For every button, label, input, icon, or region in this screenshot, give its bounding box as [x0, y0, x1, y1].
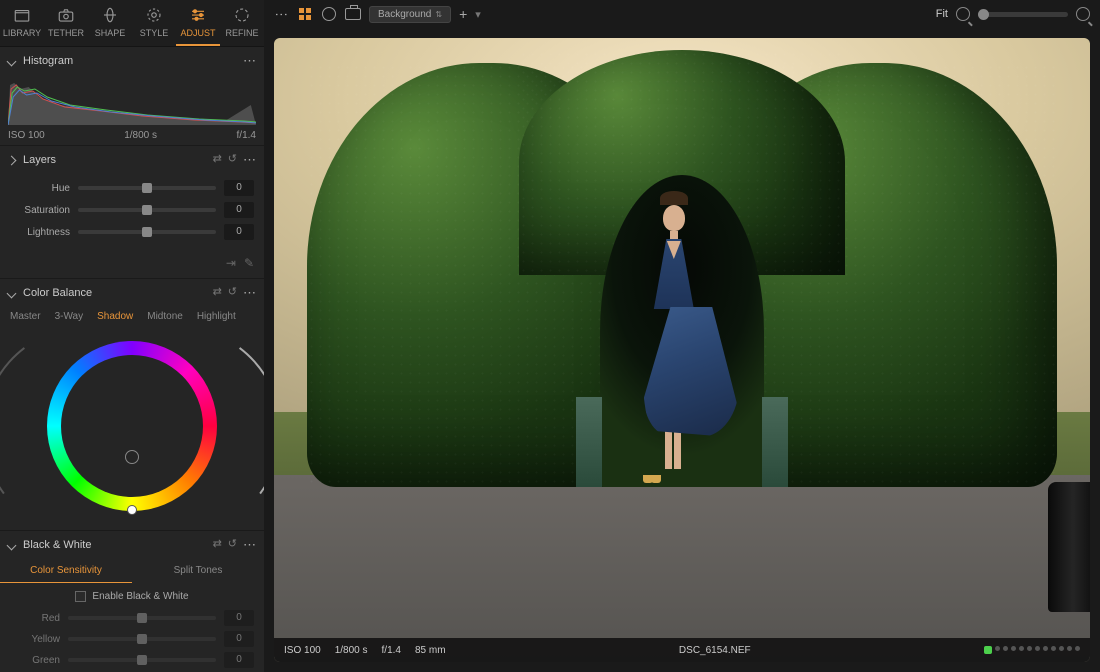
color-tag-rating[interactable]	[984, 646, 1080, 654]
bw-panel-header[interactable]: Black & White ⇄ ↺ ⋯	[0, 531, 264, 559]
footer-focal: 85 mm	[415, 645, 446, 656]
tab-refine[interactable]: REFINE	[220, 0, 264, 46]
bw-green-slider[interactable]: Green0	[10, 652, 254, 668]
footer-shutter: 1/800 s	[335, 645, 368, 656]
panel-menu-icon[interactable]: ⋯	[243, 152, 256, 168]
tab-tether[interactable]: TETHER	[44, 0, 88, 46]
copy-adjustments-icon[interactable]: ⇄	[213, 537, 222, 553]
capture-button[interactable]	[345, 6, 361, 22]
tab-shape[interactable]: SHAPE	[88, 0, 132, 46]
color-balance-panel-header[interactable]: Color Balance ⇄ ↺ ⋯	[0, 279, 264, 307]
viewer-toolbar: ⋮ Background ⇅ + ▾ Fit	[264, 0, 1100, 28]
color-picker-icon[interactable]: ✎	[244, 256, 254, 270]
cb-tab-highlight[interactable]: Highlight	[197, 311, 236, 322]
saturation-slider[interactable]: Saturation 0	[10, 202, 254, 218]
reset-icon[interactable]: ↺	[228, 152, 237, 168]
color-wheel[interactable]	[0, 330, 264, 530]
chevron-down-icon	[7, 540, 17, 550]
histogram-iso: ISO 100	[8, 130, 45, 141]
hue-slider[interactable]: Hue 0	[10, 180, 254, 196]
copy-adjustments-icon[interactable]: ⇄	[213, 285, 222, 301]
cb-tab-3way[interactable]: 3-Way	[55, 311, 84, 322]
zoom-slider[interactable]	[978, 12, 1068, 17]
panel-menu-icon[interactable]: ⋯	[243, 53, 256, 69]
picker-direct-icon[interactable]: ⇥	[226, 256, 236, 270]
zoom-in-icon[interactable]	[1076, 7, 1090, 21]
footer-iso: ISO 100	[284, 645, 321, 656]
photo-subject	[644, 219, 704, 509]
chevron-updown-icon: ⇅	[435, 10, 442, 19]
sliders-icon	[189, 6, 207, 24]
cb-tab-shadow[interactable]: Shadow	[97, 311, 133, 322]
tab-style[interactable]: STYLE	[132, 0, 176, 46]
cb-tab-master[interactable]: Master	[10, 311, 41, 322]
histogram-aperture: f/1.4	[237, 130, 256, 141]
add-layer-button[interactable]: +	[459, 6, 467, 22]
reset-icon[interactable]: ↺	[228, 537, 237, 553]
layers-panel-header[interactable]: Layers ⇄ ↺ ⋯	[0, 146, 264, 174]
dropdown-caret-icon[interactable]: ▾	[475, 8, 481, 21]
lightness-slider[interactable]: Lightness 0	[10, 224, 254, 240]
palette-icon	[145, 6, 163, 24]
panel-menu-icon[interactable]: ⋯	[243, 285, 256, 301]
bw-red-slider[interactable]: Red0	[10, 610, 254, 626]
single-view-button[interactable]	[321, 6, 337, 22]
chevron-down-icon	[7, 288, 17, 298]
fit-button[interactable]: Fit	[936, 8, 948, 20]
grid-view-button[interactable]	[297, 6, 313, 22]
camera-icon	[57, 6, 75, 24]
lens-icon	[101, 6, 119, 24]
bw-tab-split-tones[interactable]: Split Tones	[132, 559, 264, 583]
color-balance-tabs: Master 3-Way Shadow Midtone Highlight	[0, 307, 264, 330]
viewer-info-bar: ISO 100 1/800 s f/1.4 85 mm DSC_6154.NEF	[274, 638, 1090, 662]
chevron-down-icon	[7, 56, 17, 66]
folder-icon	[13, 6, 31, 24]
bw-yellow-slider[interactable]: Yellow0	[10, 631, 254, 647]
chevron-right-icon	[7, 155, 17, 165]
histogram-shutter: 1/800 s	[124, 130, 157, 141]
bw-enable-checkbox[interactable]: Enable Black & White	[0, 583, 264, 610]
layer-dropdown[interactable]: Background ⇅	[369, 6, 451, 23]
copy-adjustments-icon[interactable]: ⇄	[213, 152, 222, 168]
loader-icon	[233, 6, 251, 24]
histogram-display: ISO 100 1/800 s f/1.4	[0, 75, 264, 145]
reset-icon[interactable]: ↺	[228, 285, 237, 301]
footer-filename: DSC_6154.NEF	[679, 645, 751, 656]
footer-aperture: f/1.4	[382, 645, 401, 656]
cb-tab-midtone[interactable]: Midtone	[147, 311, 183, 322]
tool-options-icon[interactable]: ⋮	[274, 8, 289, 21]
zoom-out-icon[interactable]	[956, 7, 970, 21]
histogram-panel-header[interactable]: Histogram ⋯	[0, 47, 264, 75]
image-viewer[interactable]: ISO 100 1/800 s f/1.4 85 mm DSC_6154.NEF	[274, 38, 1090, 662]
main-tabs: LIBRARY TETHER SHAPE STYLE ADJUST REFINE	[0, 0, 264, 47]
bw-tab-sensitivity[interactable]: Color Sensitivity	[0, 559, 132, 583]
tab-adjust[interactable]: ADJUST	[176, 0, 220, 46]
tab-library[interactable]: LIBRARY	[0, 0, 44, 46]
panel-menu-icon[interactable]: ⋯	[243, 537, 256, 553]
